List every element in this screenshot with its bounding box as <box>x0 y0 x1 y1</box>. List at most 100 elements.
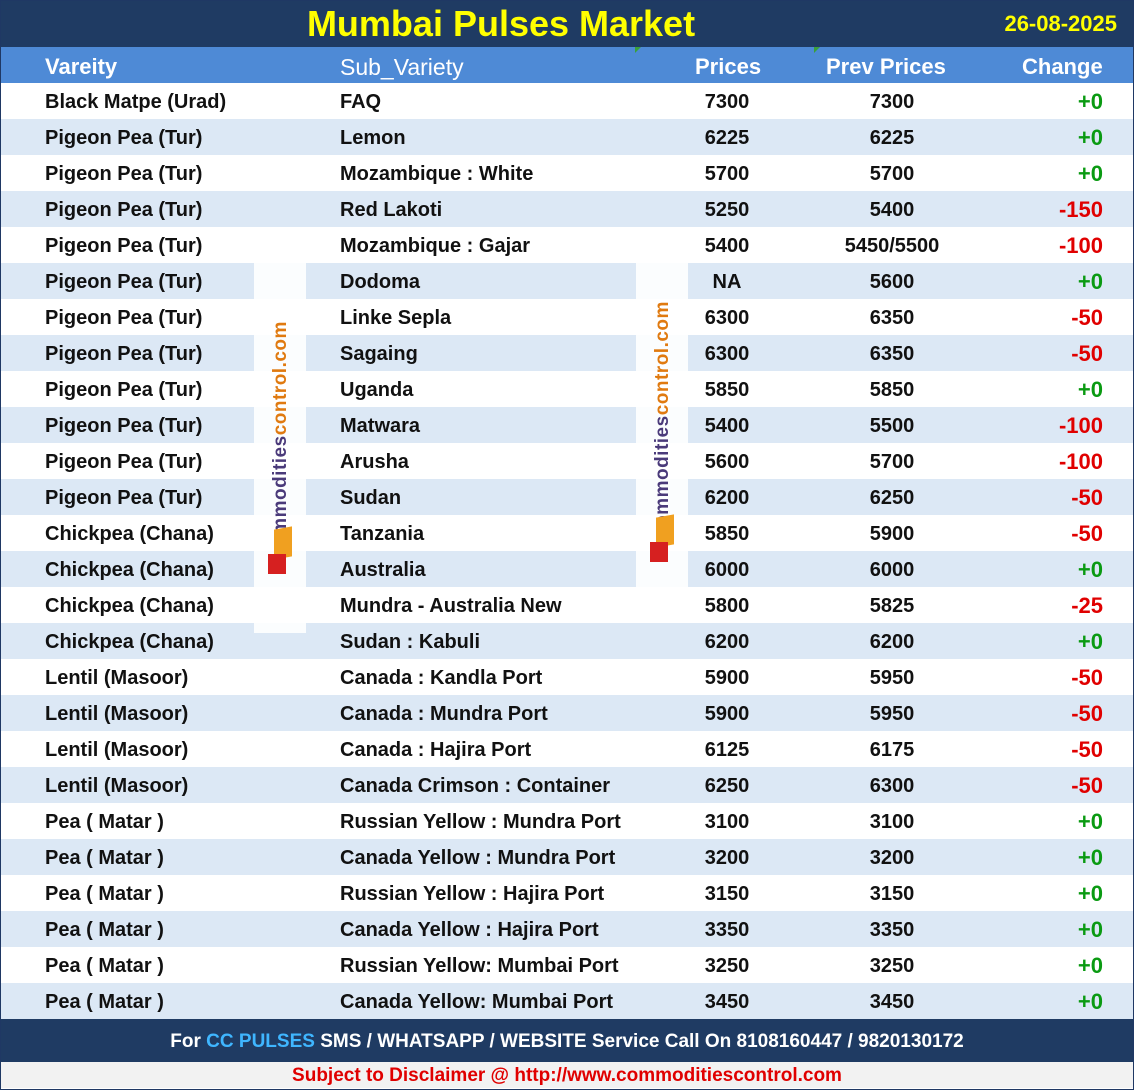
prev-price-cell: 6350 <box>869 343 915 365</box>
price-cell: 5800 <box>704 595 750 617</box>
change-cell: -50 <box>1071 701 1103 726</box>
cell-comment-marker <box>814 47 820 53</box>
table-row: Chickpea (Chana) Australia 6000 6000 +0 <box>1 551 1133 587</box>
change-cell: -50 <box>1071 341 1103 366</box>
variety-cell: Pigeon Pea (Tur) <box>45 127 203 149</box>
price-cell: 5900 <box>704 667 750 689</box>
sub-variety-cell: Canada Crimson : Container <box>340 775 611 797</box>
variety-cell: Pigeon Pea (Tur) <box>45 343 203 365</box>
table-row: Lentil (Masoor) Canada : Kandla Port 5900 5… <box>1 659 1133 695</box>
sub-variety-cell: Mozambique : Gajar <box>340 235 531 257</box>
variety-cell: Lentil (Masoor) <box>45 739 189 761</box>
prev-price-cell: 5700 <box>869 451 915 473</box>
change-cell: +0 <box>1077 161 1103 186</box>
column-header-sub-variety: Sub_Variety <box>340 54 464 80</box>
prev-price-cell: 3350 <box>869 919 915 941</box>
price-cell: 6250 <box>704 775 750 797</box>
prev-price-cell: 6000 <box>869 559 915 581</box>
change-cell: +0 <box>1077 269 1103 294</box>
footer-contact: SMS / WHATSAPP / WEBSITE Service Call On… <box>314 1031 964 1052</box>
variety-cell: Pigeon Pea (Tur) <box>45 271 203 293</box>
variety-cell: Pea ( Matar ) <box>45 955 164 977</box>
sub-variety-cell: Canada Yellow : Mundra Port <box>340 847 616 869</box>
sub-variety-cell: Mozambique : White <box>340 163 534 185</box>
prev-price-cell: 3100 <box>869 811 915 833</box>
price-cell: 6125 <box>704 739 750 761</box>
variety-cell: Pigeon Pea (Tur) <box>45 451 203 473</box>
watermark-strip: commoditiescontrol.com <box>254 228 306 633</box>
watermark-logo-icon <box>268 526 294 580</box>
table-row: Pea ( Matar ) Russian Yellow : Mundra Por… <box>1 803 1133 839</box>
table-row: Lentil (Masoor) Canada : Mundra Port 5900 5… <box>1 695 1133 731</box>
report-date: 26-08-2025 <box>1004 11 1117 36</box>
variety-cell: Pea ( Matar ) <box>45 847 164 869</box>
prev-price-cell: 3250 <box>869 955 915 977</box>
table-row: Black Matpe (Urad) FAQ 7300 7300 +0 <box>1 83 1133 119</box>
price-cell: 3450 <box>704 991 750 1013</box>
table-row: Pigeon Pea (Tur) Linke Sepla 6300 6350 -50 <box>1 299 1133 335</box>
table-row: Pigeon Pea (Tur) Dodoma NA 5600 +0 <box>1 263 1133 299</box>
watermark-text: commoditiescontrol.com <box>270 321 291 558</box>
column-header-variety: Vareity <box>45 54 118 79</box>
watermark-strip: commoditiescontrol.com <box>636 228 688 588</box>
variety-cell: Pea ( Matar ) <box>45 811 164 833</box>
variety-cell: Pigeon Pea (Tur) <box>45 487 203 509</box>
sub-variety-cell: Lemon <box>340 127 406 149</box>
column-header-row: Vareity Sub_Variety Prices Prev Prices C… <box>1 47 1133 83</box>
price-cell: 6200 <box>704 631 750 653</box>
price-table-body: Black Matpe (Urad) FAQ 7300 7300 +0 Pigeon Pe… <box>1 83 1133 1019</box>
variety-cell: Pigeon Pea (Tur) <box>45 163 203 185</box>
prev-price-cell: 5700 <box>869 163 915 185</box>
change-cell: +0 <box>1077 377 1103 402</box>
price-cell: 5250 <box>704 199 750 221</box>
table-row: Pigeon Pea (Tur) Matwara 5400 5500 -100 <box>1 407 1133 443</box>
service-footer: For CC PULSES SMS / WHATSAPP / WEBSITE S… <box>1 1019 1133 1062</box>
prev-price-cell: 5600 <box>869 271 915 293</box>
footer-prefix: For <box>170 1031 207 1052</box>
column-header-change: Change <box>1022 54 1103 79</box>
page-title: Mumbai Pulses Market <box>306 3 696 44</box>
sub-variety-cell: Red Lakoti <box>340 199 443 221</box>
change-cell: -50 <box>1071 737 1103 762</box>
prev-price-cell: 7300 <box>869 91 915 113</box>
sub-variety-cell: Russian Yellow: Mumbai Port <box>340 955 619 977</box>
variety-cell: Pea ( Matar ) <box>45 991 164 1013</box>
change-cell: +0 <box>1077 89 1103 114</box>
prev-price-cell: 6200 <box>869 631 915 653</box>
table-row: Pea ( Matar ) Canada Yellow: Mumbai Port 3… <box>1 983 1133 1019</box>
prev-price-cell: 3450 <box>869 991 915 1013</box>
sub-variety-cell: Sudan <box>340 487 402 509</box>
variety-cell: Pigeon Pea (Tur) <box>45 235 203 257</box>
cell-comment-marker <box>635 47 641 53</box>
prev-price-cell: 6225 <box>869 127 915 149</box>
sub-variety-cell: Tanzania <box>340 523 425 545</box>
change-cell: +0 <box>1077 125 1103 150</box>
table-row: Pea ( Matar ) Russian Yellow : Hajira Por… <box>1 875 1133 911</box>
disclaimer-link[interactable]: Subject to Disclaimer @ http://www.commo… <box>1 1062 1133 1088</box>
prev-price-cell: 6350 <box>869 307 915 329</box>
variety-cell: Pigeon Pea (Tur) <box>45 379 203 401</box>
price-cell: 6225 <box>704 127 750 149</box>
sub-variety-cell: Canada : Hajira Port <box>340 739 532 761</box>
table-row: Lentil (Masoor) Canada : Hajira Port 6125 6… <box>1 731 1133 767</box>
column-header-prices: Prices <box>695 54 762 79</box>
variety-cell: Pea ( Matar ) <box>45 883 164 905</box>
variety-cell: Black Matpe (Urad) <box>45 91 227 113</box>
price-cell: 7300 <box>704 91 750 113</box>
table-row: Pea ( Matar ) Canada Yellow : Mundra Port… <box>1 839 1133 875</box>
variety-cell: Pigeon Pea (Tur) <box>45 415 203 437</box>
footer-brand: CC PULSES <box>206 1031 315 1052</box>
prev-price-cell: 6175 <box>869 739 915 761</box>
table-row: Pea ( Matar ) Russian Yellow: Mumbai Port… <box>1 947 1133 983</box>
watermark-logo-icon <box>650 514 676 568</box>
table-row: Pigeon Pea (Tur) Red Lakoti 5250 5400 -150 <box>1 191 1133 227</box>
price-cell: 3150 <box>704 883 750 905</box>
variety-cell: Pigeon Pea (Tur) <box>45 307 203 329</box>
change-cell: +0 <box>1077 881 1103 906</box>
change-cell: +0 <box>1077 557 1103 582</box>
price-cell: 5900 <box>704 703 750 725</box>
table-row: Pigeon Pea (Tur) Arusha 5600 5700 -100 <box>1 443 1133 479</box>
prev-price-cell: 6250 <box>869 487 915 509</box>
title-bar: Mumbai Pulses Market 26-08-2025 <box>1 1 1133 47</box>
sub-variety-cell: Uganda <box>340 379 414 401</box>
